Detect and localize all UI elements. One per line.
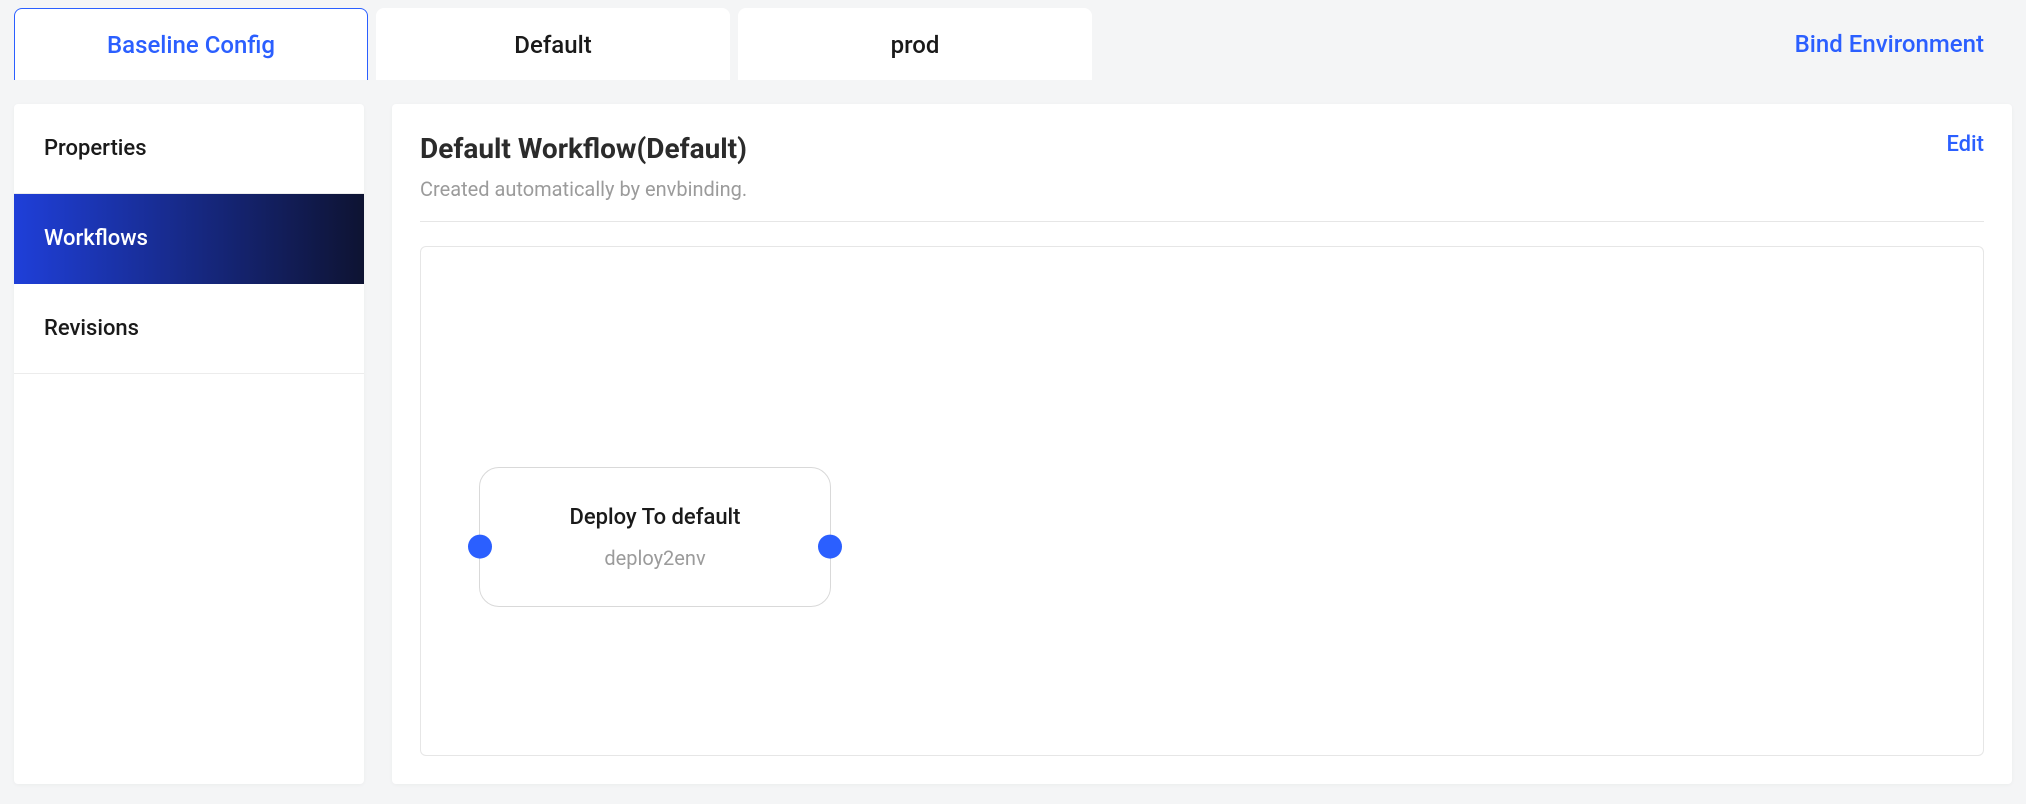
- sidebar: Properties Workflows Revisions: [14, 104, 364, 784]
- sidebar-item-revisions[interactable]: Revisions: [14, 284, 364, 374]
- top-tab-bar: Baseline Config Default prod Bind Enviro…: [0, 0, 2026, 80]
- workflow-subtitle: Created automatically by envbinding.: [420, 177, 747, 201]
- sidebar-item-workflows[interactable]: Workflows: [14, 194, 364, 284]
- bind-environment-link[interactable]: Bind Environment: [1795, 8, 2012, 80]
- tab-default[interactable]: Default: [376, 8, 730, 80]
- tab-baseline-config[interactable]: Baseline Config: [14, 8, 368, 80]
- node-port-in-icon[interactable]: [468, 535, 492, 559]
- edit-workflow-link[interactable]: Edit: [1946, 132, 1984, 157]
- header-divider: [420, 221, 1984, 222]
- workflow-node-title: Deploy To default: [569, 505, 740, 530]
- workflow-node-deploy[interactable]: Deploy To default deploy2env: [479, 467, 831, 607]
- tab-prod[interactable]: prod: [738, 8, 1092, 80]
- workflow-title: Default Workflow(Default): [420, 132, 747, 165]
- workflow-panel: Default Workflow(Default) Created automa…: [392, 104, 2012, 784]
- tab-spacer: [1100, 8, 1787, 80]
- workflow-heading: Default Workflow(Default) Created automa…: [420, 132, 747, 201]
- node-port-out-icon[interactable]: [818, 535, 842, 559]
- workflow-header: Default Workflow(Default) Created automa…: [420, 132, 1984, 201]
- workflow-node-subtitle: deploy2env: [604, 546, 705, 570]
- content-row: Properties Workflows Revisions Default W…: [0, 80, 2026, 784]
- workflow-canvas[interactable]: Deploy To default deploy2env: [420, 246, 1984, 756]
- sidebar-item-properties[interactable]: Properties: [14, 104, 364, 194]
- sidebar-fill: [14, 374, 364, 784]
